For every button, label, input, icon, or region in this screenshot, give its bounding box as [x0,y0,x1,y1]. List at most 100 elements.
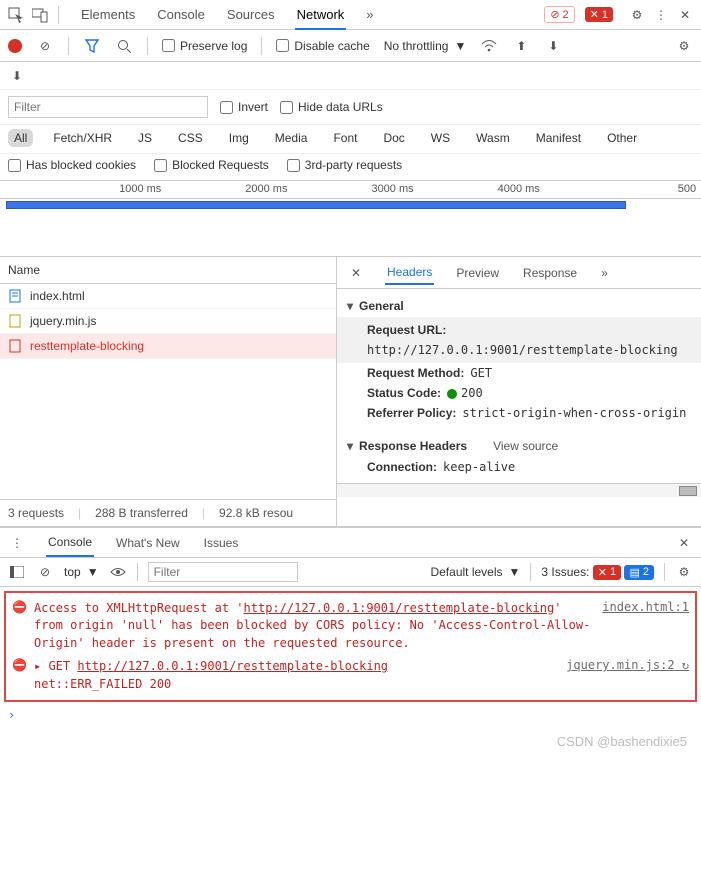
close-drawer-icon[interactable]: ✕ [675,534,693,552]
type-other[interactable]: Other [601,129,643,147]
divider [530,563,531,581]
context-select[interactable]: top ▼ [64,565,99,579]
disable-cache-checkbox[interactable]: Disable cache [276,39,369,53]
upload-icon[interactable]: ⬆ [512,37,530,55]
request-row[interactable]: jquery.min.js [0,309,336,334]
type-doc[interactable]: Doc [377,129,410,147]
drawer-tab-issues[interactable]: Issues [202,530,241,556]
third-party-checkbox[interactable]: 3rd-party requests [287,158,402,172]
k: Referrer Policy: [367,406,456,420]
type-all[interactable]: All [8,129,33,147]
filter-icon[interactable] [83,37,101,55]
request-list: Name index.html jquery.min.js resttempla… [0,257,337,526]
drawer-tab-whatsnew[interactable]: What's New [114,530,182,556]
console-message: Access to XMLHttpRequest at 'http://127.… [34,600,594,652]
timeline[interactable]: 1000 ms 2000 ms 3000 ms 4000 ms 500 [0,181,701,257]
type-media[interactable]: Media [269,129,314,147]
kebab-icon[interactable]: ⋮ [8,534,26,552]
column-header-name[interactable]: Name [0,257,336,284]
status-dot-icon [447,389,457,399]
invert-checkbox[interactable]: Invert [220,100,268,114]
type-css[interactable]: CSS [172,129,209,147]
console-filter-input[interactable] [148,562,298,582]
v: 200 [461,386,483,400]
tab-preview[interactable]: Preview [454,262,501,284]
tab-console[interactable]: Console [155,1,207,29]
type-wasm[interactable]: Wasm [470,129,516,147]
download-har-icon[interactable]: ⬇ [8,67,26,85]
scrollbar-thumb[interactable] [679,486,697,496]
throttling-select[interactable]: No throttling ▼ [384,39,467,53]
close-details-icon[interactable]: ✕ [347,264,365,282]
tab-headers[interactable]: Headers [385,261,434,285]
error-badge-soft[interactable]: ⊘ 2 [544,6,574,23]
type-manifest[interactable]: Manifest [530,129,587,147]
levels-select[interactable]: Default levels ▼ [430,565,520,579]
download-icon[interactable]: ⬇ [544,37,562,55]
drawer-tab-console[interactable]: Console [46,529,94,557]
timeline-ticks: 1000 ms 2000 ms 3000 ms 4000 ms 500 [0,181,701,199]
console-error-row[interactable]: ⛔ ▸ GET http://127.0.0.1:9001/resttempla… [12,655,689,696]
chevron-down-icon: ▼ [454,39,466,53]
blocked-cookies-checkbox[interactable]: Has blocked cookies [8,158,136,172]
request-row-selected[interactable]: resttemplate-blocking [0,334,336,359]
console-error-row[interactable]: ⛔ Access to XMLHttpRequest at 'http://12… [12,597,689,655]
preserve-log-checkbox[interactable]: Preserve log [162,39,247,53]
status-bar: 3 requests | 288 B transferred | 92.8 kB… [0,499,336,526]
blocked-requests-checkbox[interactable]: Blocked Requests [154,158,269,172]
type-font[interactable]: Font [327,129,363,147]
request-row[interactable]: index.html [0,284,336,309]
request-details: ✕ Headers Preview Response » General Req… [337,257,701,526]
divider [147,37,148,55]
v: keep-alive [443,460,515,474]
tick: 500 [678,183,696,195]
tab-elements[interactable]: Elements [79,1,137,29]
tabs-more[interactable]: » [599,262,610,284]
horizontal-scrollbar[interactable] [337,483,701,497]
kebab-icon[interactable]: ⋮ [651,5,671,25]
type-fetch-xhr[interactable]: Fetch/XHR [47,129,118,147]
tabs-more[interactable]: » [364,1,375,29]
filter-input[interactable] [8,96,208,118]
url-link[interactable]: http://127.0.0.1:9001/resttemplate-block… [77,659,388,673]
type-ws[interactable]: WS [425,129,456,147]
clear-icon[interactable]: ⊘ [36,37,54,55]
response-headers-header[interactable]: Response Headers View source [347,435,691,457]
kv-connection: Connection:keep-alive [347,457,691,477]
script-icon [8,314,22,328]
filter-row: Invert Hide data URLs [0,90,701,125]
hide-data-urls-checkbox[interactable]: Hide data URLs [280,100,383,114]
source-link[interactable]: jquery.min.js:2 ↻ [566,658,689,693]
drawer-tabbar: ⋮ Console What's New Issues ✕ [0,527,701,557]
clear-console-icon[interactable]: ⊘ [36,563,54,581]
tab-response[interactable]: Response [521,262,579,284]
general-header[interactable]: General [347,295,691,317]
issues-summary[interactable]: 3 Issues: ✕ 1 ▤ 2 [541,565,654,580]
console-prompt[interactable]: › [0,706,701,724]
network-split: Name index.html jquery.min.js resttempla… [0,257,701,527]
gear-icon[interactable]: ⚙ [627,5,647,25]
tab-sources[interactable]: Sources [225,1,277,29]
sidebar-toggle-icon[interactable] [8,563,26,581]
url-link[interactable]: http://127.0.0.1:9001/resttemplate-block… [244,601,555,615]
console-messages: ⛔ Access to XMLHttpRequest at 'http://12… [4,591,697,702]
disable-cache-label: Disable cache [294,39,369,53]
type-img[interactable]: Img [223,129,255,147]
view-source-link[interactable]: View source [493,439,558,453]
record-button[interactable] [8,39,22,53]
device-icon[interactable] [30,5,50,25]
tick: 2000 ms [245,183,287,195]
close-icon[interactable]: ✕ [675,5,695,25]
tab-network[interactable]: Network [295,1,347,30]
search-icon[interactable] [115,37,133,55]
source-link[interactable]: index.html:1 [602,600,689,652]
wifi-icon[interactable] [480,37,498,55]
inspect-icon[interactable] [6,5,26,25]
invert-label: Invert [238,100,268,114]
timeline-range-bar[interactable] [6,201,626,209]
error-badge-hard[interactable]: ✕ 1 [585,7,613,22]
gear-icon[interactable]: ⚙ [675,563,693,581]
type-js[interactable]: JS [132,129,158,147]
eye-icon[interactable] [109,563,127,581]
settings-gear-icon[interactable]: ⚙ [675,37,693,55]
